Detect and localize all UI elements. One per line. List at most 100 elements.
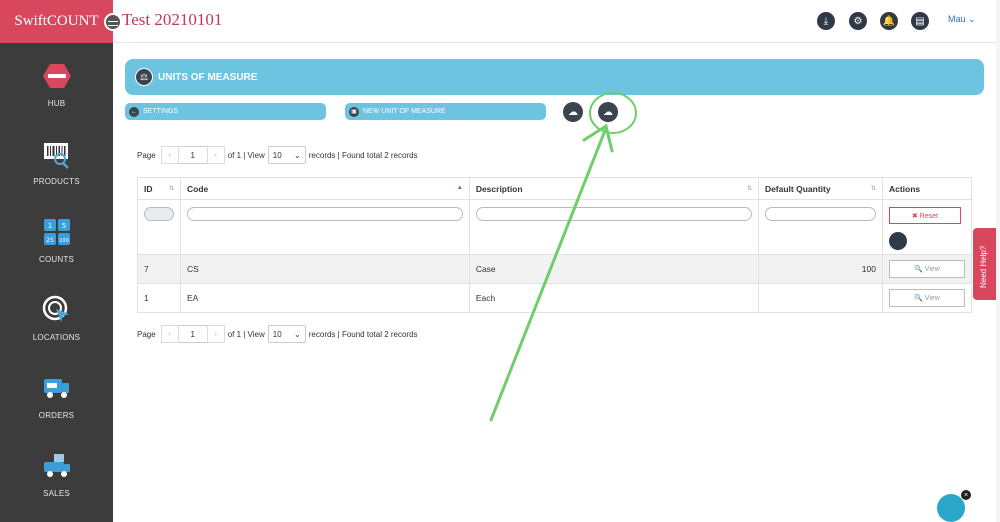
chevron-down-icon: ⌄ bbox=[294, 150, 301, 160]
prev-page-button[interactable]: ‹ bbox=[160, 146, 179, 164]
sidebar-item-label: SALES bbox=[43, 489, 70, 498]
column-header-code[interactable]: Code ▲ bbox=[180, 177, 470, 200]
records-label: records | Found total 2 records bbox=[308, 150, 418, 160]
table-row: 7 CS Case 100 🔍 View bbox=[137, 254, 973, 284]
cloud-download-button[interactable]: ☁ bbox=[563, 102, 583, 122]
header-label: Description bbox=[475, 183, 523, 194]
back-arrow-icon: ← bbox=[129, 106, 139, 117]
svg-text:100: 100 bbox=[59, 238, 69, 244]
cell-description: Case bbox=[468, 254, 759, 284]
cloud-download-icon: ☁ bbox=[568, 106, 578, 118]
description-filter-input[interactable] bbox=[475, 207, 752, 221]
top-header: Test 20210101 ⤓ ⚙ 🔔 ▤ Mau ⌄ bbox=[104, 0, 1000, 43]
records-label: records | Found total 2 records bbox=[308, 329, 418, 339]
user-menu[interactable]: Mau ⌄ bbox=[948, 14, 976, 25]
download-icon[interactable]: ⤓ bbox=[817, 12, 835, 30]
pager-bottom: Page ‹ 1 › of 1 | View 10 ⌄ records | Fou… bbox=[137, 325, 418, 343]
view-count-select[interactable]: 10 ⌄ bbox=[267, 325, 306, 343]
counter-icon: 1 5 25 100 bbox=[40, 215, 74, 249]
view-count-value: 10 bbox=[272, 329, 282, 339]
sidebar-item-label: COUNTS bbox=[39, 255, 74, 264]
view-count-value: 10 bbox=[272, 150, 282, 160]
clipboard-icon[interactable]: ▤ bbox=[911, 12, 929, 30]
barcode-icon bbox=[40, 137, 74, 171]
chevron-down-icon: ⌄ bbox=[294, 329, 301, 339]
annotation-arrow-head bbox=[582, 123, 614, 153]
quantity-filter-input[interactable] bbox=[764, 207, 876, 221]
cell-id: 1 bbox=[137, 283, 181, 313]
settings-icon[interactable]: ⚙ bbox=[849, 12, 867, 30]
sidebar-item-hub[interactable]: HUB bbox=[0, 43, 113, 121]
cell-code: EA bbox=[180, 283, 470, 313]
reset-filters-button[interactable]: ✖ Reset bbox=[888, 207, 961, 224]
header-label: Default Quantity bbox=[764, 183, 831, 194]
section-title: UNITS OF MEASURE bbox=[158, 71, 258, 83]
menu-toggle-icon[interactable] bbox=[104, 13, 122, 31]
header-label: Actions bbox=[888, 183, 921, 194]
sort-icon: ⇅ bbox=[168, 186, 174, 192]
code-filter-input[interactable] bbox=[187, 207, 463, 221]
page-number-input[interactable]: 1 bbox=[178, 325, 207, 343]
sidebar-item-label: ORDERS bbox=[38, 411, 75, 420]
table-row: 1 EA Each 🔍 View bbox=[137, 283, 973, 313]
bell-icon[interactable]: 🔔 bbox=[880, 12, 898, 30]
page-label: Page bbox=[137, 329, 156, 339]
sidebar-item-locations[interactable]: LOCATIONS bbox=[0, 277, 113, 355]
tag-icon[interactable] bbox=[888, 232, 907, 250]
view-button[interactable]: 🔍 View bbox=[888, 289, 965, 307]
sidebar-item-products[interactable]: PRODUCTS bbox=[0, 121, 113, 199]
sidebar-item-orders[interactable]: ORDERS bbox=[0, 355, 113, 433]
sort-asc-icon: ▲ bbox=[456, 185, 463, 191]
scale-icon: ⚖ bbox=[135, 68, 153, 86]
filter-row: ✖ Reset bbox=[137, 199, 973, 255]
column-header-default-quantity[interactable]: Default Quantity ⇅ bbox=[757, 177, 883, 200]
next-page-button[interactable]: › bbox=[206, 325, 225, 343]
brand-logo[interactable]: SwiftCOUNT bbox=[0, 0, 113, 43]
pager-top: Page ‹ 1 › of 1 | View 10 ⌄ records | Fou… bbox=[137, 146, 418, 164]
view-button[interactable]: 🔍 View bbox=[888, 260, 965, 278]
need-help-tab[interactable]: Need Help? bbox=[973, 228, 996, 300]
scrollbar[interactable] bbox=[996, 0, 1000, 522]
sidebar-item-label: PRODUCTS bbox=[33, 177, 80, 186]
id-filter-input[interactable] bbox=[144, 207, 174, 221]
add-icon: ▣ bbox=[349, 106, 359, 117]
close-icon[interactable]: × bbox=[961, 490, 971, 500]
next-page-button[interactable]: › bbox=[206, 146, 225, 164]
user-name: Mau bbox=[948, 14, 966, 24]
column-header-description[interactable]: Description ⇅ bbox=[468, 177, 759, 200]
header-label: Code bbox=[187, 183, 209, 194]
svg-text:25: 25 bbox=[46, 237, 54, 244]
sidebar-item-counts[interactable]: 1 5 25 100 COUNTS bbox=[0, 199, 113, 277]
section-title-bar: ⚖ UNITS OF MEASURE bbox=[125, 59, 984, 95]
page-title: Test 20210101 bbox=[122, 10, 223, 29]
cell-default-quantity bbox=[757, 283, 883, 313]
sidebar-item-label: LOCATIONS bbox=[32, 333, 81, 342]
new-unit-button[interactable]: ▣ NEW UNIT OF MEASURE bbox=[345, 103, 546, 120]
settings-button[interactable]: ← SETTINGS bbox=[125, 103, 326, 120]
hub-icon bbox=[40, 59, 74, 93]
app: SwiftCOUNT HUB PRODUCTS 1 5 25 100 COUNTS L… bbox=[0, 0, 1000, 522]
sidebar-item-sales[interactable]: SALES bbox=[0, 433, 113, 511]
cell-id: 7 bbox=[137, 254, 181, 284]
location-icon bbox=[40, 293, 74, 327]
sidebar: HUB PRODUCTS 1 5 25 100 COUNTS LOCATIONS OR… bbox=[0, 43, 113, 522]
svg-text:5: 5 bbox=[61, 222, 65, 230]
brand-name: SwiftCOUNT bbox=[14, 13, 99, 29]
page-number-input[interactable]: 1 bbox=[178, 146, 207, 164]
of-label: of 1 | View bbox=[227, 150, 265, 160]
header-label: ID bbox=[144, 183, 153, 194]
of-label: of 1 | View bbox=[227, 329, 265, 339]
chat-avatar[interactable] bbox=[937, 494, 965, 522]
cell-description: Each bbox=[468, 283, 759, 313]
cloud-upload-button[interactable]: ☁ bbox=[598, 102, 618, 122]
view-count-select[interactable]: 10 ⌄ bbox=[267, 146, 306, 164]
settings-label: SETTINGS bbox=[143, 108, 179, 115]
sidebar-item-label: HUB bbox=[47, 99, 66, 108]
new-unit-label: NEW UNIT OF MEASURE bbox=[363, 108, 446, 115]
cell-default-quantity: 100 bbox=[757, 254, 883, 284]
delivery-icon bbox=[40, 449, 74, 483]
column-header-id[interactable]: ID ⇅ bbox=[137, 177, 181, 200]
prev-page-button[interactable]: ‹ bbox=[160, 325, 179, 343]
chevron-down-icon: ⌄ bbox=[968, 14, 976, 24]
need-help-label: Need Help? bbox=[979, 245, 988, 288]
